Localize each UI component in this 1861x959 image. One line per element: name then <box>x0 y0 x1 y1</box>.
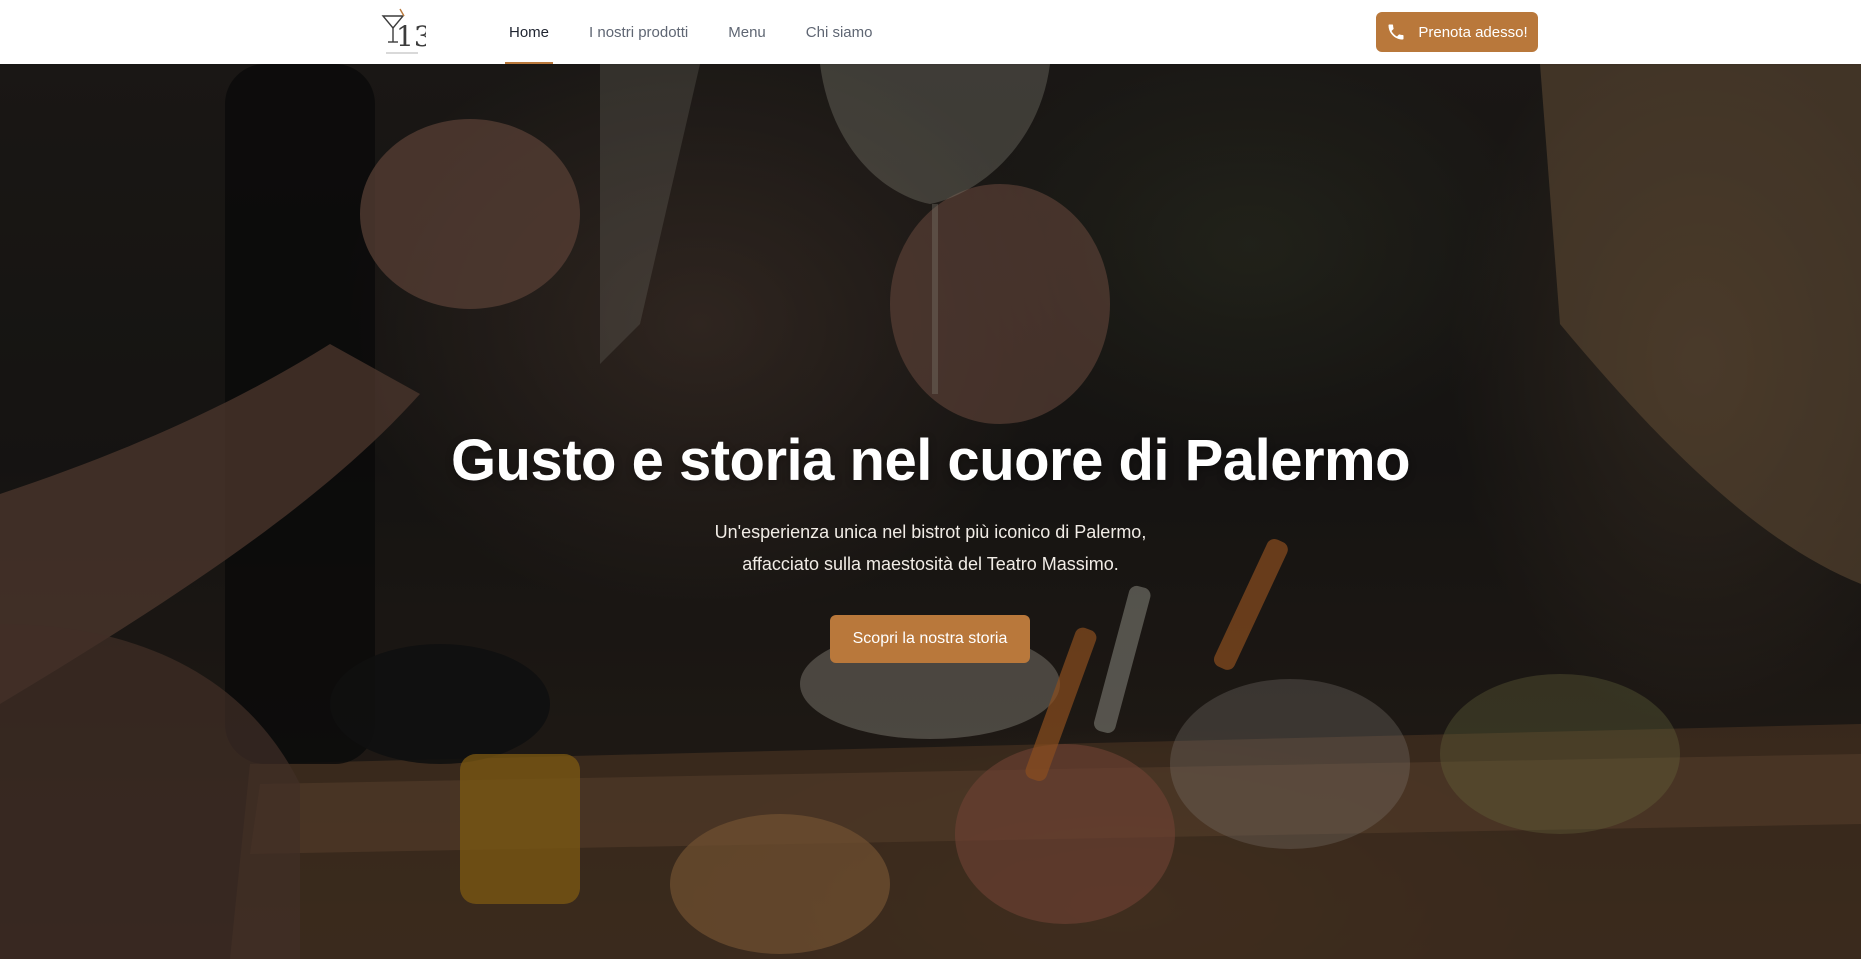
discover-story-button[interactable]: Scopri la nostra storia <box>830 615 1030 663</box>
phone-icon <box>1388 24 1404 40</box>
hero-subtitle: Un'esperienza unica nel bistrot più icon… <box>0 516 1861 580</box>
main-nav: Home I nostri prodotti Menu Chi siamo <box>505 0 908 64</box>
book-now-button[interactable]: Prenota adesso! <box>1376 12 1538 52</box>
hero-section: Gusto e storia nel cuore di Palermo Un'e… <box>0 64 1861 959</box>
nav-products[interactable]: I nostri prodotti <box>585 0 692 64</box>
book-now-label: Prenota adesso! <box>1418 23 1528 41</box>
nav-home[interactable]: Home <box>505 0 554 64</box>
site-header: 13 Home I nostri prodotti Menu Chi siamo… <box>0 0 1861 64</box>
hero-title: Gusto e storia nel cuore di Palermo <box>450 428 1411 493</box>
logo-icon: 13 <box>381 8 432 54</box>
nav-about[interactable]: Chi siamo <box>802 0 877 64</box>
hero-subtitle-line-2: affacciato sulla maestosità del Teatro M… <box>742 554 1119 574</box>
logo[interactable]: 13 <box>378 6 432 58</box>
svg-text:13: 13 <box>396 20 426 53</box>
hero-content: Gusto e storia nel cuore di Palermo Un'e… <box>0 64 1861 959</box>
nav-menu[interactable]: Menu <box>724 0 770 64</box>
hero-subtitle-line-1: Un'esperienza unica nel bistrot più icon… <box>714 522 1147 542</box>
